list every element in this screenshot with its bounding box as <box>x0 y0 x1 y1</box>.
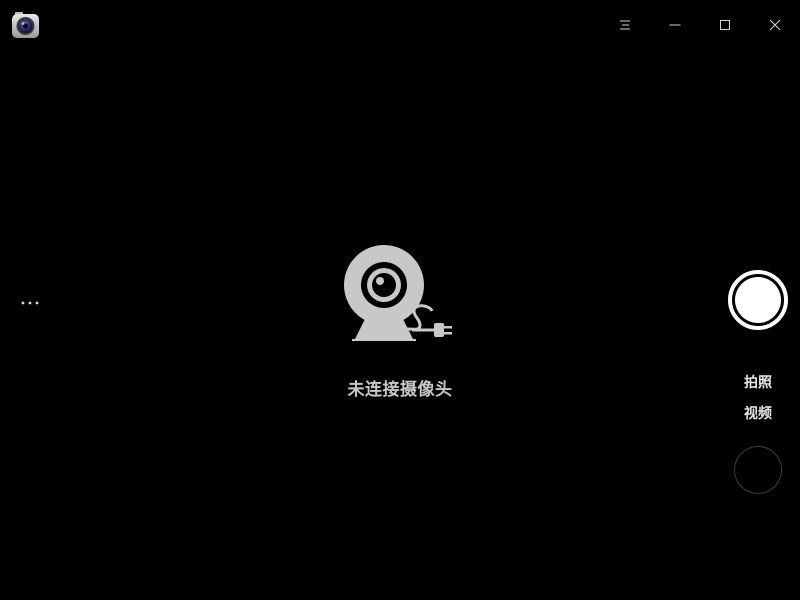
close-button[interactable] <box>750 0 800 50</box>
gallery-thumbnail[interactable] <box>734 446 782 494</box>
no-camera-placeholder: 未连接摄像头 <box>300 245 500 400</box>
more-options-button[interactable] <box>14 288 46 310</box>
shutter-button[interactable] <box>728 270 788 330</box>
disconnected-webcam-icon <box>344 245 456 351</box>
camera-window: 未连接摄像头 拍照 视频 <box>0 0 800 600</box>
mode-video[interactable]: 视频 <box>744 401 772 432</box>
capture-mode-list: 拍照 视频 <box>728 370 788 432</box>
shutter-icon <box>735 277 781 323</box>
close-icon <box>769 19 781 31</box>
mode-photo[interactable]: 拍照 <box>744 370 772 401</box>
minimize-button[interactable] <box>650 0 700 50</box>
maximize-button[interactable] <box>700 0 750 50</box>
camera-app-icon <box>11 11 40 39</box>
window-controls <box>600 0 800 50</box>
menu-button[interactable] <box>600 0 650 50</box>
minimize-icon <box>669 19 681 31</box>
hamburger-menu-icon <box>619 19 631 31</box>
more-options-icon <box>20 290 40 309</box>
no-camera-status-text: 未连接摄像头 <box>347 380 453 400</box>
maximize-icon <box>719 19 731 31</box>
